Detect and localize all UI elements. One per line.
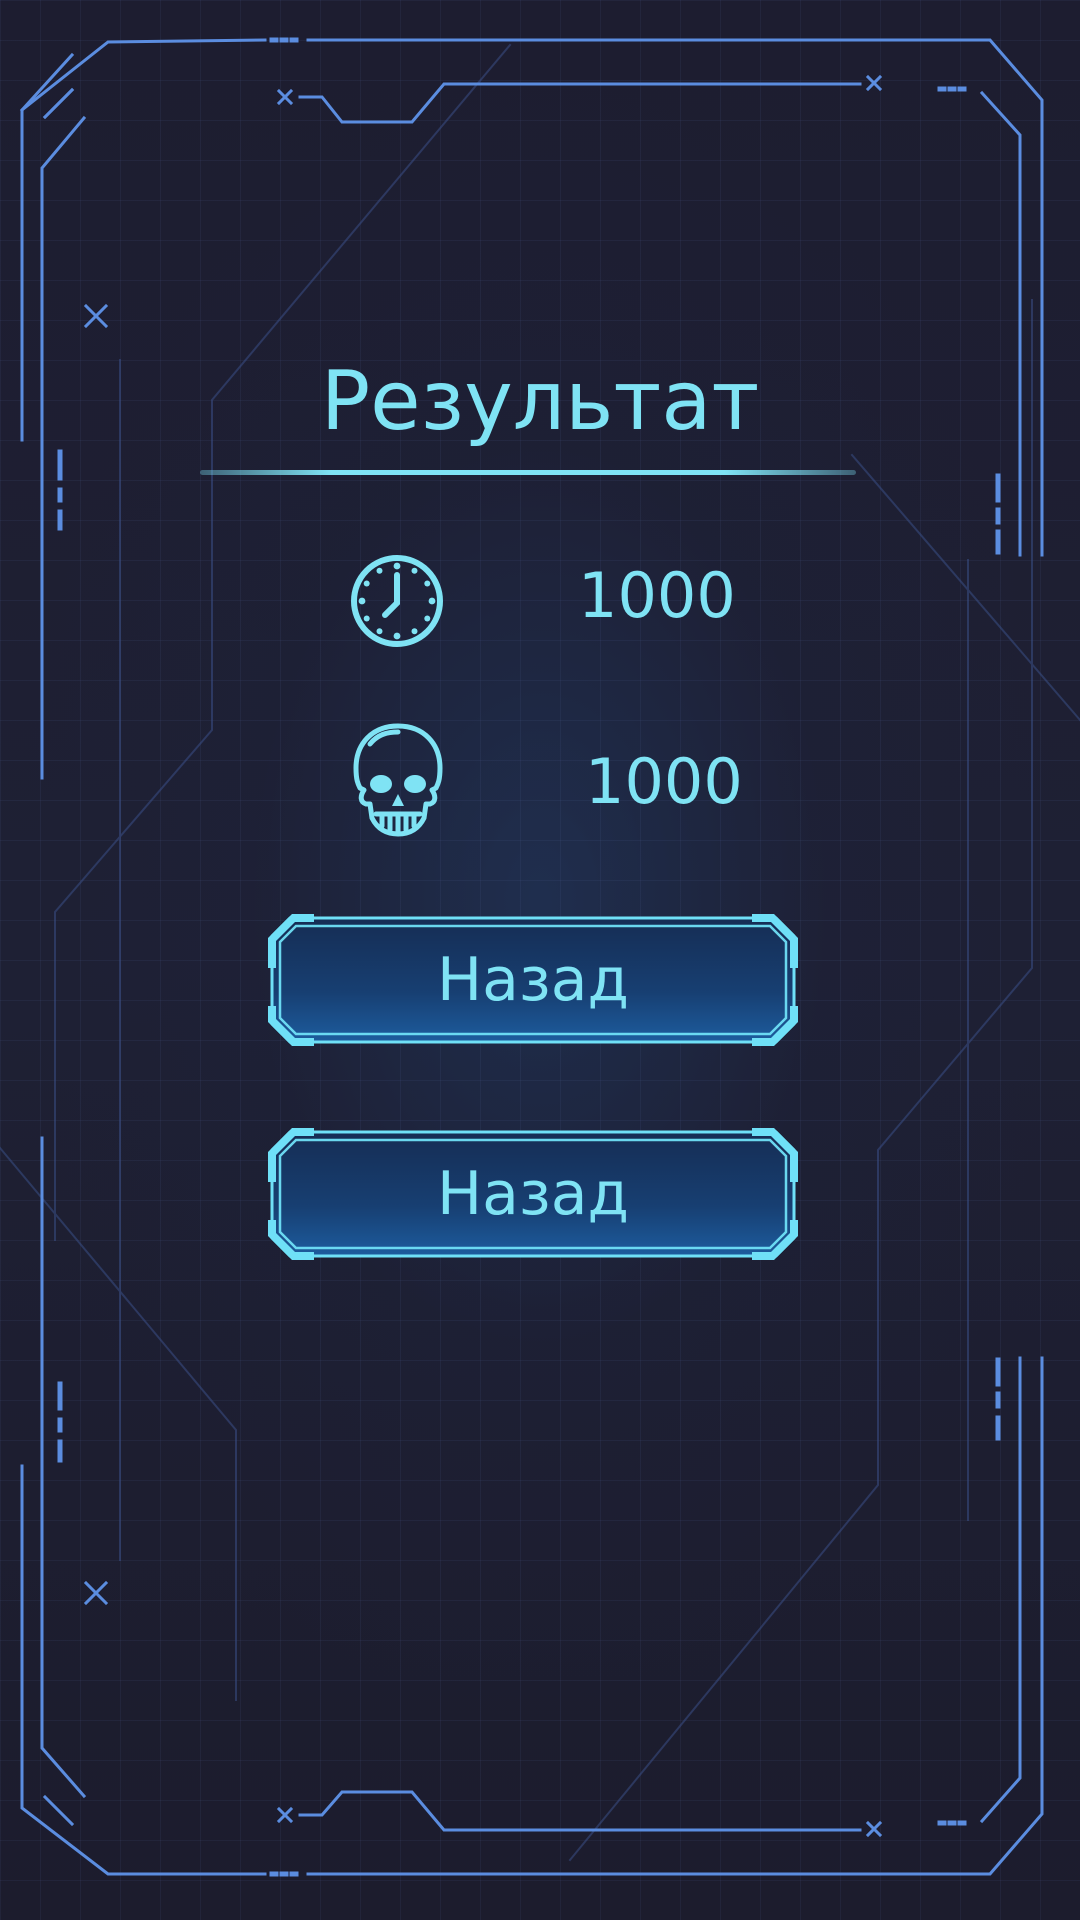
time-value: 1000 [578, 559, 736, 632]
clock-icon [348, 551, 448, 651]
back-button-secondary-label: Назад [436, 1159, 630, 1229]
result-title: Результат [320, 354, 760, 449]
back-button-label: Назад [436, 945, 630, 1015]
title-underline [200, 470, 856, 475]
back-button[interactable]: Назад [268, 914, 798, 1046]
skull-icon [348, 722, 448, 840]
back-button-secondary[interactable]: Назад [268, 1128, 798, 1260]
game-screen: Результат 1000 1000 Назад Назад [0, 0, 1080, 1920]
deaths-value: 1000 [585, 745, 743, 818]
